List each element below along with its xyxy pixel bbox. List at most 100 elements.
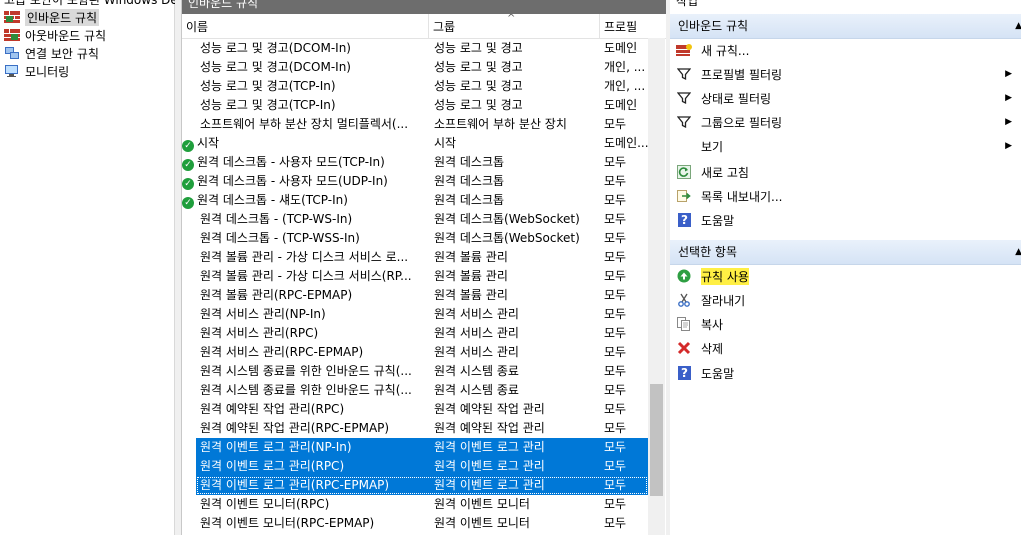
table-row[interactable]: 원격 데스크톱 - (TCP-WS-In) 원격 데스크톱(WebSocket) 모… xyxy=(196,210,648,229)
table-row[interactable]: 성능 로그 및 경고(TCP-In) 성능 로그 및 경고 개인, ... xyxy=(196,77,648,96)
tree-item-label: 연결 보안 규칙 xyxy=(25,46,99,61)
table-row[interactable]: ✓ 시작 시작 도메인... xyxy=(182,134,648,153)
rule-group-cell: 원격 이벤트 로그 관리 xyxy=(434,440,545,454)
submenu-arrow-icon: ▶ xyxy=(1005,141,1012,151)
rule-name-cell: ✓ 시작 xyxy=(182,134,432,153)
tree-item-monitoring[interactable]: 모니터링 xyxy=(4,62,69,80)
rule-group-cell: 원격 데스크톱 xyxy=(434,155,505,169)
rule-name: 원격 예약된 작업 관리(RPC) xyxy=(200,402,345,416)
rule-group-cell: 시작 xyxy=(434,136,457,150)
actions-title: 작업 xyxy=(676,0,699,8)
rule-name: 원격 이벤트 로그 관리(RPC-EPMAP) xyxy=(200,478,390,492)
tree-item-inbound-rules[interactable]: 인바운드 규칙 xyxy=(4,8,100,26)
rule-group-cell: 원격 이벤트 로그 관리 xyxy=(434,459,545,473)
table-row[interactable]: 소프트웨어 부하 분산 장치 멀티플렉서(... 소프트웨어 부하 분산 장치 모두 xyxy=(196,115,648,134)
enabled-check-icon: ✓ xyxy=(182,178,194,190)
vertical-scrollbar[interactable] xyxy=(648,38,665,535)
rule-name-cell: 원격 예약된 작업 관리(RPC) xyxy=(200,400,432,419)
table-row[interactable]: 원격 이벤트 로그 관리(RPC-EPMAP) 원격 이벤트 로그 관리 모두 xyxy=(196,476,648,495)
rule-name-cell: 원격 예약된 작업 관리(RPC-EPMAP) xyxy=(200,419,432,438)
section-header-selected-items[interactable]: 선택한 항목 ▲ xyxy=(670,240,1030,265)
section-header-inbound-rules[interactable]: 인바운드 규칙 ▲ xyxy=(670,14,1030,39)
action-view[interactable]: 보기 ▶ xyxy=(670,134,1022,158)
table-row[interactable]: 원격 볼륨 관리 - 가상 디스크 서비스(RP... 원격 볼륨 관리 모두 xyxy=(196,267,648,286)
table-row[interactable]: 원격 예약된 작업 관리(RPC-EPMAP) 원격 예약된 작업 관리 모두 xyxy=(196,419,648,438)
table-row[interactable]: ✓ 원격 데스크톱 - 사용자 모드(TCP-In) 원격 데스크톱 모두 xyxy=(182,153,648,172)
rule-name: 원격 볼륨 관리 - 가상 디스크 서비스(RP... xyxy=(200,269,412,283)
rule-profile-cell: 모두 xyxy=(604,212,627,226)
enabled-check-icon: ✓ xyxy=(182,159,194,171)
action-help-selected[interactable]: ? 도움말 xyxy=(670,361,1022,385)
rule-group-cell: 원격 서비스 관리 xyxy=(434,307,519,321)
rule-name: 원격 예약된 작업 관리(RPC-EPMAP) xyxy=(200,421,390,435)
action-new-rule[interactable]: 새 규칙... xyxy=(670,38,1022,62)
rule-profile-cell: 모두 xyxy=(604,440,627,454)
outbound-rules-icon xyxy=(4,28,20,42)
column-header-group[interactable]: 그룹 ^ xyxy=(429,14,600,38)
table-row[interactable]: 원격 이벤트 모니터(RPC-EPMAP) 원격 이벤트 모니터 모두 xyxy=(196,514,648,533)
tree-item-label: 아웃바운드 규칙 xyxy=(25,28,107,43)
action-delete[interactable]: 삭제 xyxy=(670,336,1022,360)
table-row[interactable]: 원격 서비스 관리(NP-In) 원격 서비스 관리 모두 xyxy=(196,305,648,324)
rule-group-cell: 원격 예약된 작업 관리 xyxy=(434,402,545,416)
rule-name: 원격 볼륨 관리 - 가상 디스크 서비스 로... xyxy=(200,250,409,264)
action-filter-by-profile[interactable]: 프로필별 필터링 ▶ xyxy=(670,62,1022,86)
table-row[interactable]: 원격 데스크톱 - (TCP-WSS-In) 원격 데스크톱(WebSocket)… xyxy=(196,229,648,248)
rule-group-cell: 원격 이벤트 로그 관리 xyxy=(434,478,545,492)
connection-security-icon xyxy=(4,46,20,60)
action-cut[interactable]: 잘라내기 xyxy=(670,288,1022,312)
export-list-icon xyxy=(676,188,692,204)
table-row[interactable]: 성능 로그 및 경고(DCOM-In) 성능 로그 및 경고 도메인 xyxy=(196,39,648,58)
action-refresh[interactable]: 새로 고침 xyxy=(670,160,1022,184)
rule-name: 성능 로그 및 경고(TCP-In) xyxy=(200,98,336,112)
rule-name-cell: 원격 서비스 관리(RPC) xyxy=(200,324,432,343)
action-enable-rule[interactable]: 규칙 사용 xyxy=(670,264,1022,288)
action-filter-by-group[interactable]: 그룹으로 필터링 ▶ xyxy=(670,110,1022,134)
action-filter-by-state[interactable]: 상태로 필터링 ▶ xyxy=(670,86,1022,110)
rule-profile-cell: 모두 xyxy=(604,307,627,321)
table-row[interactable]: 원격 예약된 작업 관리(RPC) 원격 예약된 작업 관리 모두 xyxy=(196,400,648,419)
table-row[interactable]: 성능 로그 및 경고(TCP-In) 성능 로그 및 경고 도메인 xyxy=(196,96,648,115)
table-row[interactable]: 원격 서비스 관리(RPC) 원격 서비스 관리 모두 xyxy=(196,324,648,343)
section-title: 인바운드 규칙 xyxy=(678,19,749,33)
table-row[interactable]: 성능 로그 및 경고(DCOM-In) 성능 로그 및 경고 개인, ... xyxy=(196,58,648,77)
table-row[interactable]: 원격 이벤트 모니터(RPC) 원격 이벤트 모니터 모두 xyxy=(196,495,648,514)
rule-profile-cell: 개인, ... xyxy=(604,60,646,74)
rule-name-cell: 원격 볼륨 관리(RPC-EPMAP) xyxy=(200,286,432,305)
column-header-name[interactable]: 이름 xyxy=(182,14,429,38)
rule-group-cell: 원격 데스크톱(WebSocket) xyxy=(434,212,580,226)
rule-group-cell: 원격 서비스 관리 xyxy=(434,326,519,340)
rule-name-cell: 원격 서비스 관리(RPC-EPMAP) xyxy=(200,343,432,362)
rule-name: 원격 데스크톱 - (TCP-WSS-In) xyxy=(200,231,360,245)
scrollbar-thumb[interactable] xyxy=(650,384,663,496)
column-header-bar: 이름 그룹 ^ 프로필 xyxy=(182,14,666,39)
table-row[interactable]: 원격 볼륨 관리 - 가상 디스크 서비스 로... 원격 볼륨 관리 모두 xyxy=(196,248,648,267)
rule-name: 원격 이벤트 로그 관리(NP-In) xyxy=(200,440,352,454)
submenu-arrow-icon: ▶ xyxy=(1005,93,1012,103)
table-row[interactable]: 원격 서비스 관리(RPC-EPMAP) 원격 서비스 관리 모두 xyxy=(196,343,648,362)
rule-profile-cell: 모두 xyxy=(604,383,627,397)
rule-name-cell: 원격 이벤트 모니터(RPC) xyxy=(200,495,432,514)
rule-group-cell: 성능 로그 및 경고 xyxy=(434,98,523,112)
table-row[interactable]: 원격 이벤트 로그 관리(RPC) 원격 이벤트 로그 관리 모두 xyxy=(196,457,648,476)
action-help[interactable]: ? 도움말 xyxy=(670,208,1022,232)
actions-scrollbar[interactable] xyxy=(1021,14,1035,535)
table-row[interactable]: 원격 볼륨 관리(RPC-EPMAP) 원격 볼륨 관리 모두 xyxy=(196,286,648,305)
action-export-list[interactable]: 목록 내보내기... xyxy=(670,184,1022,208)
rule-group-cell: 원격 이벤트 모니터 xyxy=(434,516,530,530)
submenu-arrow-icon: ▶ xyxy=(1005,117,1012,127)
table-row[interactable]: ✓ 원격 데스크톱 - 섀도(TCP-In) 원격 데스크톱 모두 xyxy=(182,191,648,210)
table-row[interactable]: 원격 이벤트 로그 관리(NP-In) 원격 이벤트 로그 관리 모두 xyxy=(196,438,648,457)
rule-group-cell: 원격 데스크톱 xyxy=(434,193,505,207)
rule-name-cell: ✓ 원격 데스크톱 - 사용자 모드(UDP-In) xyxy=(182,172,432,191)
column-header-profile[interactable]: 프로필 xyxy=(600,14,664,38)
rule-profile-cell: 도메인 xyxy=(604,98,638,112)
rule-profile-cell: 모두 xyxy=(604,402,627,416)
table-row[interactable]: ✓ 원격 데스크톱 - 사용자 모드(UDP-In) 원격 데스크톱 모두 xyxy=(182,172,648,191)
tree-item-connection-security[interactable]: 연결 보안 규칙 xyxy=(4,44,99,62)
table-row[interactable]: 원격 시스템 종료를 위한 인바운드 규칙(... 원격 시스템 종료 모두 xyxy=(196,381,648,400)
rule-profile-cell: 모두 xyxy=(604,231,627,245)
tree-item-outbound-rules[interactable]: 아웃바운드 규칙 xyxy=(4,26,106,44)
table-row[interactable]: 원격 시스템 종료를 위한 인바운드 규칙(... 원격 시스템 종료 모두 xyxy=(196,362,648,381)
action-copy[interactable]: 복사 xyxy=(670,312,1022,336)
